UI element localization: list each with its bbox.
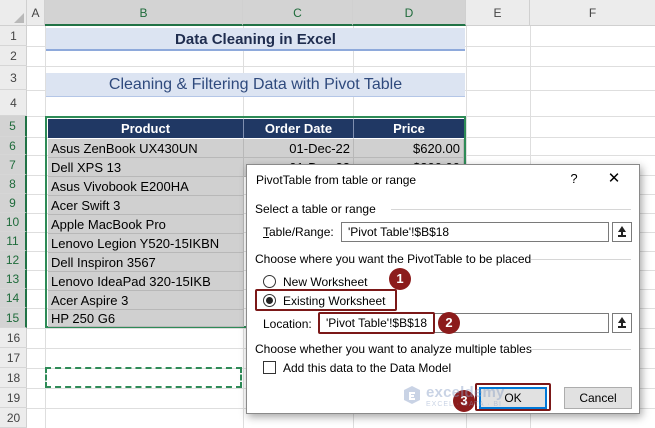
data-model-checkbox[interactable] bbox=[263, 361, 276, 374]
annotation-badge-2: 2 bbox=[438, 312, 460, 334]
location-collapse-button[interactable] bbox=[612, 313, 632, 333]
table-cell[interactable]: Apple MacBook Pro bbox=[48, 215, 244, 234]
row-header[interactable]: 5 bbox=[0, 116, 27, 137]
row-header[interactable]: 7 bbox=[0, 155, 27, 175]
location-range-marquee bbox=[45, 367, 242, 388]
header-price[interactable]: Price bbox=[354, 119, 464, 138]
row-header[interactable]: 9 bbox=[0, 194, 27, 213]
row-header[interactable]: 11 bbox=[0, 232, 27, 251]
select-all-corner[interactable] bbox=[0, 0, 27, 26]
location-label: Location: bbox=[263, 317, 312, 331]
table-cell[interactable]: Dell XPS 13 bbox=[48, 158, 244, 177]
watermark-name: exceldemy bbox=[426, 384, 505, 401]
table-range-input[interactable]: 'Pivot Table'!$B$18 bbox=[341, 222, 609, 242]
row-header[interactable]: 19 bbox=[0, 388, 27, 408]
row-header[interactable]: 18 bbox=[0, 368, 27, 388]
table-range-collapse-button[interactable] bbox=[612, 222, 632, 242]
row-header[interactable]: 3 bbox=[0, 66, 27, 90]
annotation-badge-1: 1 bbox=[389, 268, 411, 290]
table-cell[interactable]: Asus Vivobook E200HA bbox=[48, 177, 244, 196]
location-highlight bbox=[318, 312, 435, 334]
table-cell[interactable]: Lenovo Legion Y520-15IKBN bbox=[48, 234, 244, 253]
table-cell[interactable]: Lenovo IdeaPad 320-15IKB bbox=[48, 272, 244, 291]
header-order-date[interactable]: Order Date bbox=[244, 119, 354, 138]
row-header[interactable]: 12 bbox=[0, 251, 27, 270]
column-header-a[interactable]: A bbox=[27, 0, 45, 26]
row-header[interactable]: 8 bbox=[0, 175, 27, 194]
row-headers: 1 2 3 4 5 6 7 8 9 10 11 12 13 14 15 16 1… bbox=[0, 26, 27, 428]
data-model-label[interactable]: Add this data to the Data Model bbox=[283, 361, 451, 375]
exceldemy-logo-icon bbox=[404, 386, 420, 404]
header-product[interactable]: Product bbox=[48, 119, 244, 138]
column-header-c[interactable]: C bbox=[243, 0, 353, 26]
column-header-e[interactable]: E bbox=[466, 0, 530, 26]
row-header[interactable]: 4 bbox=[0, 90, 27, 116]
column-headers: A B C D E F bbox=[27, 0, 655, 26]
divider bbox=[531, 259, 631, 260]
row-header[interactable]: 14 bbox=[0, 289, 27, 308]
pivottable-dialog: PivotTable from table or range ? ✕ Selec… bbox=[246, 164, 640, 414]
column-header-d[interactable]: D bbox=[353, 0, 466, 26]
divider bbox=[391, 209, 631, 210]
new-worksheet-label[interactable]: New Worksheet bbox=[283, 275, 367, 289]
table-cell[interactable]: Asus ZenBook UX430UN bbox=[48, 139, 244, 158]
row-header[interactable]: 1 bbox=[0, 26, 27, 46]
existing-worksheet-highlight bbox=[255, 289, 397, 311]
grid-line bbox=[27, 66, 655, 67]
table-cell[interactable]: Acer Swift 3 bbox=[48, 196, 244, 215]
placement-section-label: Choose where you want the PivotTable to … bbox=[255, 252, 532, 266]
table-range-label-text: able/Range: bbox=[269, 225, 334, 239]
row-header[interactable]: 6 bbox=[0, 137, 27, 155]
table-range-label: Table/Range: bbox=[263, 225, 334, 239]
collapse-bar-icon bbox=[618, 326, 626, 328]
sheet-title: Data Cleaning in Excel bbox=[46, 28, 465, 51]
row-header[interactable]: 16 bbox=[0, 328, 27, 348]
table-cell[interactable]: 01-Dec-22 bbox=[244, 139, 354, 158]
exceldemy-watermark: exceldemy EXCEL · DATA · BI bbox=[404, 384, 604, 414]
sheet-subtitle: Cleaning & Filtering Data with Pivot Tab… bbox=[46, 73, 465, 97]
select-range-section-label: Select a table or range bbox=[255, 202, 376, 216]
select-all-triangle-icon bbox=[14, 13, 24, 23]
help-icon[interactable]: ? bbox=[565, 168, 583, 190]
close-icon[interactable]: ✕ bbox=[602, 168, 626, 190]
watermark-tagline: EXCEL · DATA · BI bbox=[426, 401, 502, 408]
row-header[interactable]: 17 bbox=[0, 348, 27, 368]
row-header[interactable]: 20 bbox=[0, 408, 27, 428]
row-header[interactable]: 13 bbox=[0, 270, 27, 289]
multiple-tables-section-label: Choose whether you want to analyze multi… bbox=[255, 342, 532, 356]
table-cell[interactable]: $620.00 bbox=[354, 139, 464, 158]
new-worksheet-radio[interactable] bbox=[263, 275, 276, 288]
collapse-bar-icon bbox=[618, 235, 626, 237]
column-header-f[interactable]: F bbox=[530, 0, 655, 26]
column-header-b[interactable]: B bbox=[45, 0, 243, 26]
table-cell[interactable]: Acer Aspire 3 bbox=[48, 291, 244, 310]
divider bbox=[529, 349, 631, 350]
table-cell[interactable]: Dell Inspiron 3567 bbox=[48, 253, 244, 272]
table-cell[interactable]: HP 250 G6 bbox=[48, 310, 244, 327]
dialog-title: PivotTable from table or range bbox=[256, 173, 417, 187]
row-header[interactable]: 2 bbox=[0, 46, 27, 66]
row-header[interactable]: 15 bbox=[0, 308, 27, 328]
row-header[interactable]: 10 bbox=[0, 213, 27, 232]
